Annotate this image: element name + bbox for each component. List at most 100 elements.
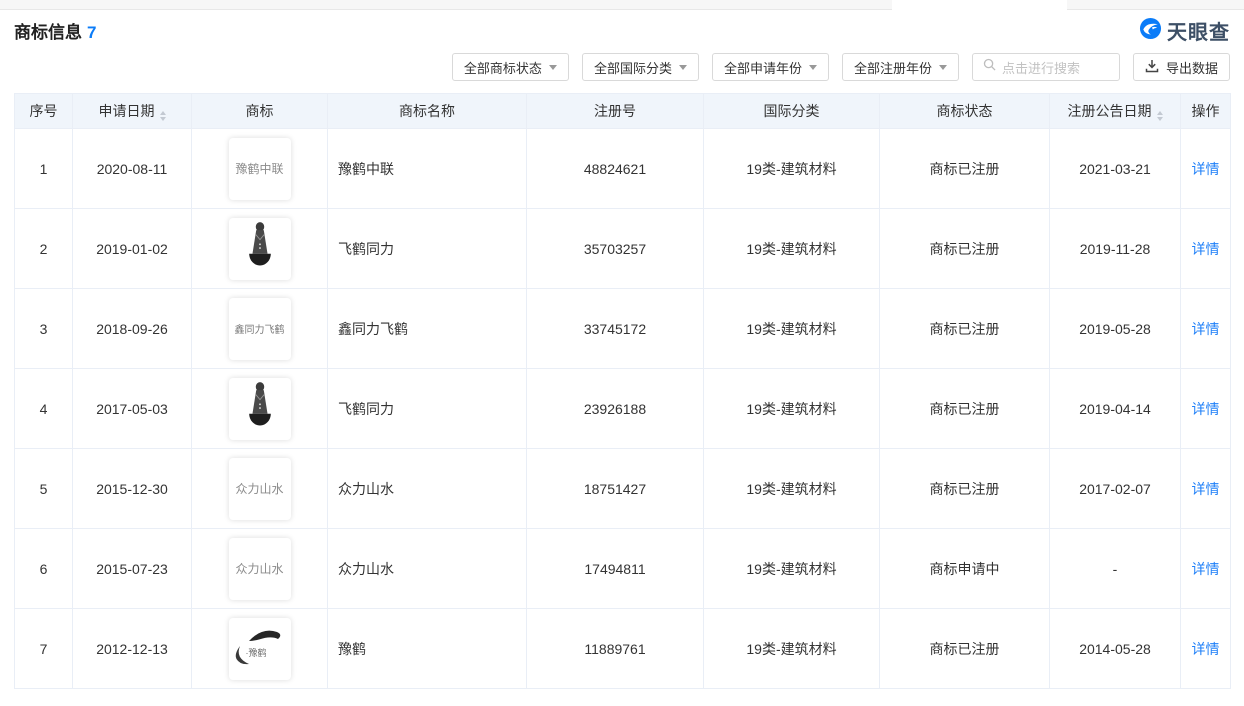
cell-seq: 5 [15,449,73,529]
search-icon [983,58,996,76]
cell-status: 商标已注册 [880,609,1050,689]
table-row: 6 2015-07-23 众力山水 [15,529,1231,609]
filter-trademark-status-dropdown[interactable]: 全部商标状态 [452,53,569,81]
filter-apply-year-label: 全部申请年份 [724,58,802,77]
cell-intl-class: 19类-建筑材料 [704,129,880,209]
top-chrome-strip [0,0,1244,10]
cell-name: 豫鹤 [328,609,527,689]
trademark-thumbnail[interactable]: 豫鹤中联 [229,138,291,200]
caret-down-icon [809,65,817,70]
cell-seq: 7 [15,609,73,689]
page-header: 商标信息7 天眼查 [0,10,1244,44]
table-row: 2 2019-01-02 [15,209,1231,289]
detail-link[interactable]: 详情 [1192,481,1220,497]
col-header-pub-date: 注册公告日期 [1050,94,1181,129]
table-header-row: 序号 申请日期 商标 商标名称 注册号 国际分类 商标状态 注册公告日期 操作 [15,94,1231,129]
col-header-action: 操作 [1181,94,1231,129]
trademark-thumbnail[interactable] [229,218,291,280]
trademark-table: 序号 申请日期 商标 商标名称 注册号 国际分类 商标状态 注册公告日期 操作 … [14,93,1230,689]
col-header-seq: 序号 [15,94,73,129]
trademark-count-badge: 7 [87,23,96,42]
col-header-intl-class: 国际分类 [704,94,880,129]
cell-mark: ·豫鹤 [192,609,328,689]
cell-reg-no: 17494811 [527,529,704,609]
export-data-button[interactable]: 导出数据 [1133,53,1230,81]
cell-action: 详情 [1181,529,1231,609]
table-row: 3 2018-09-26 鑫同力飞鹤 [15,289,1231,369]
cell-name: 众力山水 [328,529,527,609]
detail-link[interactable]: 详情 [1192,321,1220,337]
cell-reg-no: 33745172 [527,289,704,369]
cell-action: 详情 [1181,129,1231,209]
cell-name: 飞鹤同力 [328,209,527,289]
cell-apply-date: 2015-07-23 [73,529,192,609]
caret-down-icon [939,65,947,70]
trademark-thumbnail[interactable]: ·豫鹤 [229,618,291,680]
cell-pub-date: 2017-02-07 [1050,449,1181,529]
cell-mark: 众力山水 [192,529,328,609]
col-header-mark: 商标 [192,94,328,129]
cell-apply-date: 2015-12-30 [73,449,192,529]
search-placeholder: 点击进行搜索 [1002,58,1080,77]
trademark-thumbnail-text: 众力山水 [235,480,283,497]
cell-seq: 1 [15,129,73,209]
cell-pub-date: 2019-11-28 [1050,209,1181,289]
detail-link[interactable]: 详情 [1192,241,1220,257]
detail-link[interactable]: 详情 [1192,401,1220,417]
col-header-name: 商标名称 [328,94,527,129]
cell-reg-no: 23926188 [527,369,704,449]
cell-status: 商标已注册 [880,129,1050,209]
cell-status: 商标已注册 [880,449,1050,529]
filter-trademark-status-label: 全部商标状态 [464,58,542,77]
bottle-logo-icon [244,221,276,277]
cell-seq: 4 [15,369,73,449]
col-header-apply-date: 申请日期 [73,94,192,129]
table-row: 7 2012-12-13 ·豫鹤 [15,609,1231,689]
cell-intl-class: 19类-建筑材料 [704,449,880,529]
cell-intl-class: 19类-建筑材料 [704,369,880,449]
export-data-label: 导出数据 [1166,58,1218,77]
cell-name: 众力山水 [328,449,527,529]
trademark-thumbnail-text: 众力山水 [235,560,283,577]
cell-intl-class: 19类-建筑材料 [704,289,880,369]
detail-link[interactable]: 详情 [1192,161,1220,177]
col-header-status: 商标状态 [880,94,1050,129]
cell-apply-date: 2019-01-02 [73,209,192,289]
filter-intl-class-dropdown[interactable]: 全部国际分类 [582,53,699,81]
search-input[interactable]: 点击进行搜索 [972,53,1120,81]
trademark-thumbnail-text: 鑫同力飞鹤 [235,321,285,336]
trademark-thumbnail[interactable]: 众力山水 [229,458,291,520]
sort-icon[interactable] [1157,111,1163,121]
filter-reg-year-label: 全部注册年份 [854,58,932,77]
cell-action: 详情 [1181,209,1231,289]
cell-action: 详情 [1181,289,1231,369]
trademark-table-body: 1 2020-08-11 豫鹤中联 [15,129,1231,689]
cell-name: 飞鹤同力 [328,369,527,449]
cell-pub-date: 2019-04-14 [1050,369,1181,449]
sort-icon[interactable] [160,111,166,121]
filter-bar: 全部商标状态 全部国际分类 全部申请年份 全部注册年份 点击进行搜索 导出 [0,44,1244,81]
cell-apply-date: 2012-12-13 [73,609,192,689]
cell-seq: 6 [15,529,73,609]
trademark-thumbnail[interactable]: 众力山水 [229,538,291,600]
trademark-thumbnail[interactable] [229,378,291,440]
detail-link[interactable]: 详情 [1192,641,1220,657]
detail-link[interactable]: 详情 [1192,561,1220,577]
filter-apply-year-dropdown[interactable]: 全部申请年份 [712,53,829,81]
cell-status: 商标申请中 [880,529,1050,609]
cell-pub-date: 2014-05-28 [1050,609,1181,689]
cell-reg-no: 35703257 [527,209,704,289]
cell-mark: 众力山水 [192,449,328,529]
caret-down-icon [679,65,687,70]
cell-pub-date: 2021-03-21 [1050,129,1181,209]
brand-logo[interactable]: 天眼查 [1139,16,1230,45]
cell-action: 详情 [1181,369,1231,449]
col-header-reg-no: 注册号 [527,94,704,129]
cell-status: 商标已注册 [880,369,1050,449]
filter-reg-year-dropdown[interactable]: 全部注册年份 [842,53,959,81]
trademark-thumbnail[interactable]: 鑫同力飞鹤 [229,298,291,360]
page-title: 商标信息7 [14,18,96,43]
cell-apply-date: 2018-09-26 [73,289,192,369]
cell-action: 详情 [1181,609,1231,689]
cell-action: 详情 [1181,449,1231,529]
